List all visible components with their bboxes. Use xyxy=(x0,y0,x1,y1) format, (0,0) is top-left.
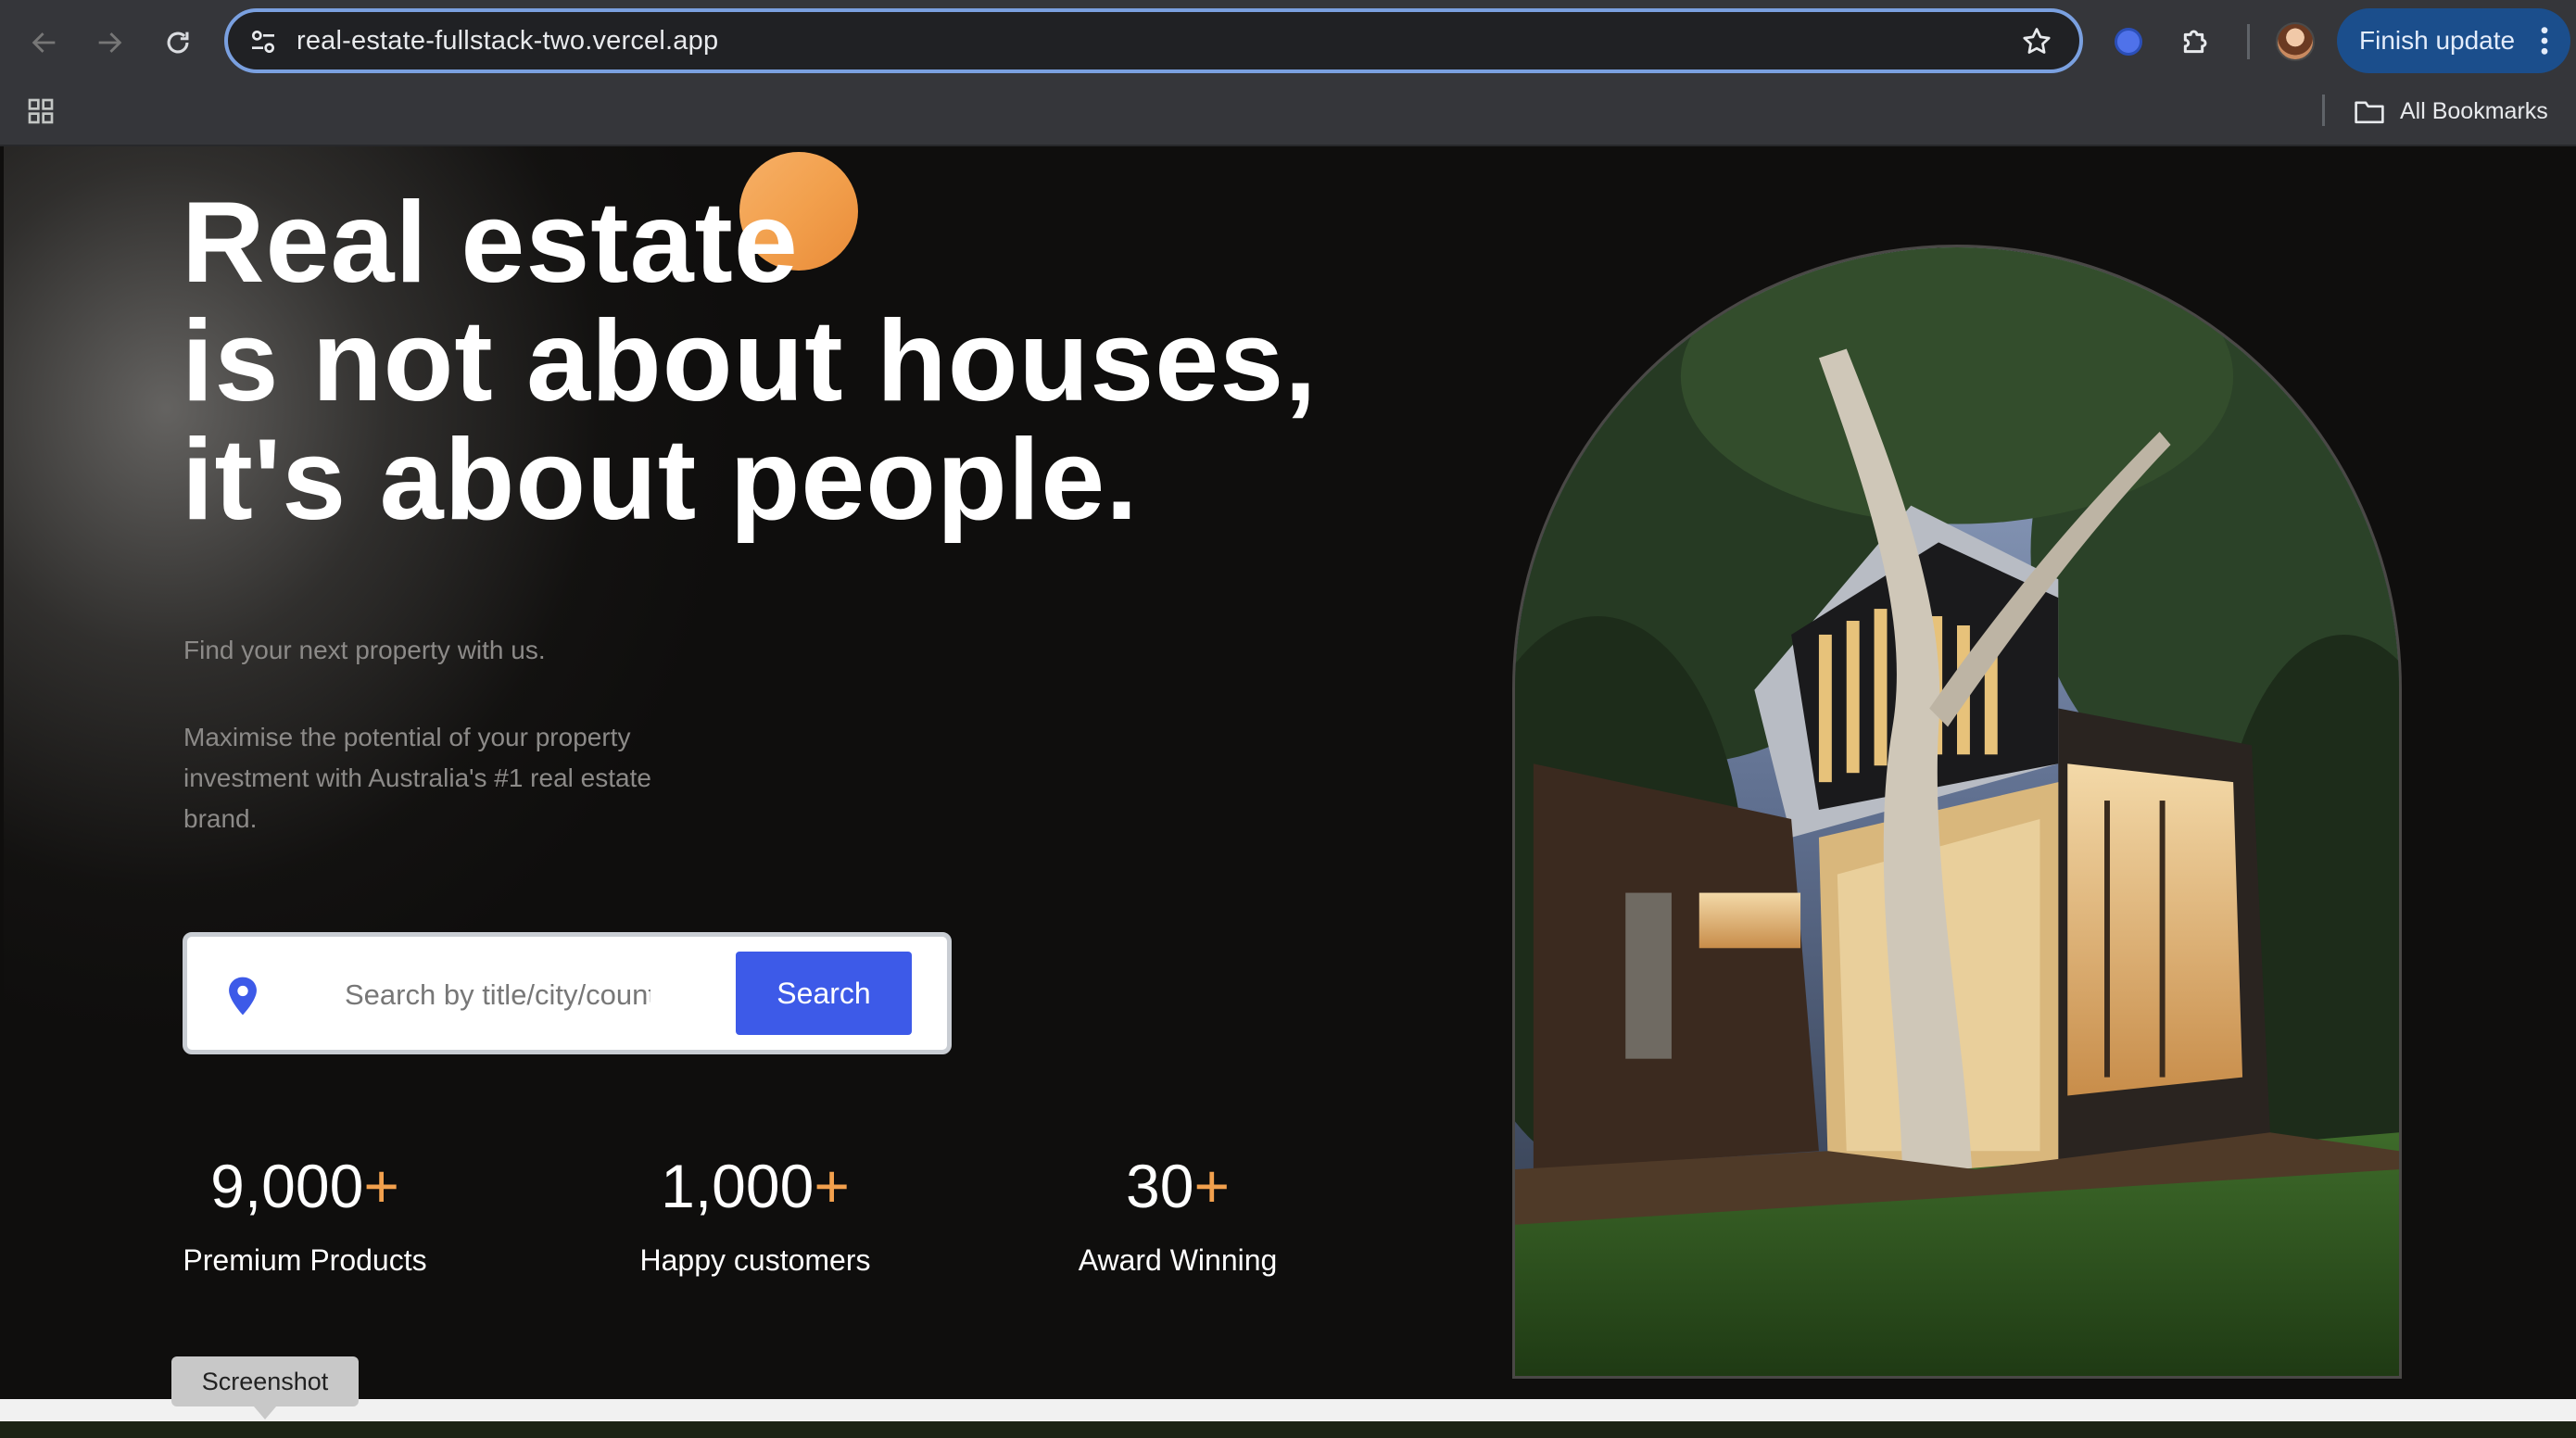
back-arrow-icon xyxy=(32,32,56,53)
stat-value: 1,000+ xyxy=(630,1149,880,1223)
browser-window: real-estate-fullstack-two.vercel.app Fin… xyxy=(0,0,2576,1438)
apps-grid-icon[interactable] xyxy=(26,96,56,126)
hero-description: Maximise the potential of your property … xyxy=(183,723,651,833)
stat-label: Happy customers xyxy=(639,1243,871,1277)
window-bottom-edge xyxy=(0,1399,2576,1438)
avatar[interactable] xyxy=(2276,22,2315,61)
stat-plus: + xyxy=(363,1152,399,1220)
forward-button[interactable] xyxy=(83,17,135,69)
stat-label: Award Winning xyxy=(1078,1243,1278,1277)
all-bookmarks-button[interactable]: All Bookmarks xyxy=(2354,93,2548,130)
reload-button[interactable] xyxy=(152,17,204,69)
folder-icon xyxy=(2355,101,2384,124)
bookmarks-bar: All Bookmarks xyxy=(0,83,2576,146)
search-input[interactable] xyxy=(345,972,650,1018)
tooltip-pointer xyxy=(254,1406,276,1419)
forward-arrow-icon xyxy=(98,32,122,53)
kebab-menu-icon[interactable] xyxy=(2539,25,2550,57)
hero-title-line: is not about houses, xyxy=(182,297,1318,425)
stat-value: 30+ xyxy=(1053,1149,1303,1223)
all-bookmarks-label: All Bookmarks xyxy=(2400,97,2548,124)
stat-number: 1,000 xyxy=(661,1152,814,1220)
hero-subtitle: Find your next property with us. xyxy=(183,636,546,664)
back-button[interactable] xyxy=(19,17,70,69)
search-button[interactable]: Search xyxy=(736,952,912,1035)
hero-title-line: it's about people. xyxy=(182,416,1139,544)
screenshot-tooltip: Screenshot xyxy=(171,1356,359,1406)
stat-value: 9,000+ xyxy=(180,1149,430,1223)
stat-plus: + xyxy=(814,1152,850,1220)
location-pin-icon xyxy=(229,977,257,1015)
finish-update-label: Finish update xyxy=(2359,26,2516,55)
page-content: Real estate is not about houses, it's ab… xyxy=(4,146,2572,1399)
hero-image-arch xyxy=(1512,245,2402,1379)
stat-premium-products: 9,000+ Premium Products xyxy=(180,1149,430,1279)
reload-icon xyxy=(167,32,189,54)
stat-award-winning: 30+ Award Winning xyxy=(1053,1149,1303,1279)
hero-title-line: Real estate xyxy=(182,179,799,307)
url-text: real-estate-fullstack-two.vercel.app xyxy=(297,26,719,56)
search-bar: Search xyxy=(183,932,952,1054)
house-photo xyxy=(1515,247,2399,1376)
address-bar[interactable]: real-estate-fullstack-two.vercel.app xyxy=(224,8,2083,73)
bookmark-star-icon[interactable] xyxy=(2020,25,2053,58)
puzzle-icon[interactable] xyxy=(2178,22,2215,59)
extension-icon[interactable] xyxy=(2115,28,2142,56)
site-info-icon[interactable] xyxy=(248,27,278,57)
stat-plus: + xyxy=(1193,1152,1230,1220)
finish-update-button[interactable]: Finish update xyxy=(2337,8,2570,73)
stat-number: 9,000 xyxy=(210,1152,364,1220)
stat-label: Premium Products xyxy=(183,1243,427,1277)
browser-toolbar: real-estate-fullstack-two.vercel.app Fin… xyxy=(0,0,2576,83)
toolbar-divider xyxy=(2247,24,2250,59)
stat-happy-customers: 1,000+ Happy customers xyxy=(630,1149,880,1279)
hero-title: Real estate is not about houses, it's ab… xyxy=(182,183,1318,539)
stat-number: 30 xyxy=(1126,1152,1194,1220)
bookmarks-divider xyxy=(2322,95,2325,126)
